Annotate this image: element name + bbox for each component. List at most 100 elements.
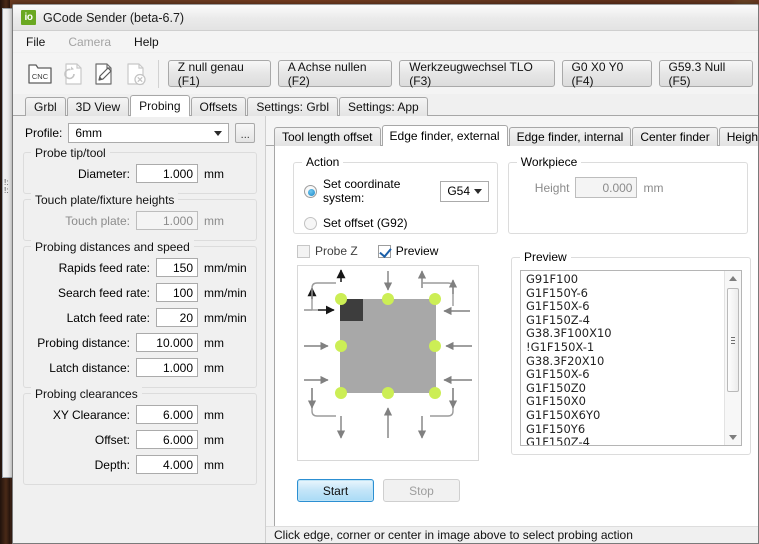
gcode-preview-list[interactable]: G91F100 G1F150Y-6 G1F150X-6 G1F150Z-4 G38.3F…: [520, 270, 742, 446]
probing-operation-pane: Tool length offset Edge finder, external…: [266, 116, 758, 543]
toolbar-button-a-achse[interactable]: A Achse nullen (F2): [277, 60, 393, 88]
checkbox-preview[interactable]: Preview: [377, 244, 439, 258]
gcode-line[interactable]: G1F150Z0: [526, 381, 724, 396]
checkbox-probe-z[interactable]: Probe Z: [297, 244, 358, 258]
group-probe-tip: Probe tip/tool Diameter: 1.000 mm: [23, 146, 257, 194]
gcode-line[interactable]: G1F150Y6: [526, 422, 724, 437]
radio-set-offset-label: Set offset (G92): [323, 216, 408, 230]
open-cnc-file-icon[interactable]: CNC: [25, 57, 55, 90]
gcode-scrollbar[interactable]: [724, 271, 741, 445]
subtab-tool-length-offset[interactable]: Tool length offset: [274, 127, 381, 146]
subtab-height-map[interactable]: Height ma: [718, 127, 758, 146]
field-rapids-feed-input[interactable]: 150: [156, 258, 198, 277]
gcode-line[interactable]: G1F150X6Y0: [526, 408, 724, 423]
field-probing-distance-input[interactable]: 10.000: [136, 333, 198, 352]
gcode-line[interactable]: G38.3F20X10: [526, 354, 724, 369]
scroll-thumb[interactable]: [727, 288, 739, 392]
field-diameter-input[interactable]: 1.000: [136, 164, 198, 183]
toolbar-button-werkzeugwechsel[interactable]: Werkzeugwechsel TLO (F3): [399, 60, 555, 88]
gcode-line[interactable]: G1F150X-6: [526, 368, 724, 382]
gcode-lines: G91F100 G1F150Y-6 G1F150X-6 G1F150Z-4 G38.3F…: [521, 272, 724, 445]
gcode-line[interactable]: G1F150Z-4: [526, 313, 724, 328]
checkbox-probe-z-icon[interactable]: [297, 244, 310, 258]
tab-3d-view[interactable]: 3D View: [66, 97, 130, 116]
field-latch-feed-unit: mm/min: [204, 310, 247, 325]
tab-settings-app[interactable]: Settings: App: [339, 97, 428, 116]
field-offset-unit: mm: [204, 432, 224, 447]
field-rapids-feed: Rapids feed rate: 150 mm/min: [32, 258, 248, 277]
field-search-feed-input[interactable]: 100: [156, 283, 198, 302]
field-probing-distance: Probing distance: 10.000 mm: [32, 333, 248, 352]
radio-coordinate-system-icon[interactable]: [304, 184, 317, 198]
field-touch-plate: Touch plate: 1.000 mm: [32, 211, 248, 230]
profile-browse-button[interactable]: ...: [235, 123, 255, 143]
field-depth-unit: mm: [204, 457, 224, 472]
probing-target-diagram[interactable]: [297, 265, 479, 461]
workpiece-group-title: Workpiece: [516, 155, 582, 169]
toolbar-button-g0-x0-y0[interactable]: G0 X0 Y0 (F4): [561, 60, 652, 88]
field-offset-input[interactable]: 6.000: [136, 430, 198, 449]
radio-set-offset-icon[interactable]: [304, 216, 317, 230]
field-xy-clearance-unit: mm: [204, 407, 224, 422]
radio-set-coordinate-system[interactable]: Set coordinate system: G54: [304, 177, 489, 205]
gcode-line[interactable]: !G1F150X-1: [526, 340, 724, 355]
menu-bar: File Camera Help: [13, 31, 758, 53]
subtab-edge-finder-external[interactable]: Edge finder, external: [381, 125, 508, 147]
status-bar-text: Click edge, corner or center in image ab…: [274, 528, 633, 542]
application-window: io GCode Sender (beta-6.7) File Camera H…: [12, 4, 759, 544]
profile-select[interactable]: 6mm: [68, 123, 230, 143]
field-workpiece-height-unit: mm: [643, 180, 664, 195]
field-offset: Offset: 6.000 mm: [32, 430, 248, 449]
edit-file-icon[interactable]: [89, 57, 119, 90]
checkbox-preview-label: Preview: [395, 244, 439, 258]
scroll-down-button[interactable]: [725, 430, 741, 445]
field-latch-distance-label: Latch distance:: [49, 360, 130, 375]
probing-sub-tab-bar: Tool length offset Edge finder, external…: [266, 124, 758, 147]
gcode-line[interactable]: G38.3F100X10: [526, 327, 724, 341]
field-latch-distance: Latch distance: 1.000 mm: [32, 358, 248, 377]
tab-probing[interactable]: Probing: [130, 95, 190, 117]
checkbox-preview-icon[interactable]: [377, 244, 391, 258]
scroll-up-button[interactable]: [725, 271, 741, 286]
field-latch-feed: Latch feed rate: 20 mm/min: [32, 308, 248, 327]
field-diameter: Diameter: 1.000 mm: [32, 164, 248, 183]
field-latch-distance-unit: mm: [204, 360, 224, 375]
field-latch-distance-input[interactable]: 1.000: [136, 358, 198, 377]
field-xy-clearance: XY Clearance: 6.000 mm: [32, 405, 248, 424]
edge-finder-external-panel: Action Set coordinate system: G54 Set of: [274, 146, 758, 527]
coordinate-system-select[interactable]: G54: [440, 180, 489, 202]
gcode-line[interactable]: G91F100: [526, 272, 724, 287]
radio-set-offset[interactable]: Set offset (G92): [304, 216, 489, 230]
tab-settings-grbl[interactable]: Settings: Grbl: [247, 97, 339, 116]
field-xy-clearance-label: XY Clearance:: [52, 407, 130, 422]
action-group-title: Action: [302, 155, 344, 169]
profile-row: Profile: 6mm ...: [13, 116, 265, 147]
field-latch-feed-input[interactable]: 20: [156, 308, 198, 327]
tab-offsets[interactable]: Offsets: [190, 97, 247, 116]
gcode-line[interactable]: G1F150Z-4: [526, 436, 724, 445]
start-button[interactable]: Start: [297, 479, 374, 502]
subtab-edge-finder-internal[interactable]: Edge finder, internal: [508, 127, 632, 146]
gcode-line[interactable]: G1F150Y-6: [526, 286, 724, 301]
field-depth-input[interactable]: 4.000: [136, 455, 198, 474]
toolbar-button-z-null[interactable]: Z null genau (F1): [167, 60, 271, 88]
arrow-down-icon: [729, 435, 737, 440]
workpiece-group: Workpiece Height 0.000 mm: [507, 155, 748, 234]
subtab-center-finder[interactable]: Center finder: [632, 127, 718, 146]
toolbar-separator: [157, 59, 159, 88]
menu-help[interactable]: Help: [132, 33, 161, 51]
field-xy-clearance-input[interactable]: 6.000: [136, 405, 198, 424]
field-search-feed-unit: mm/min: [204, 285, 247, 300]
gcode-line[interactable]: G1F150X0: [526, 395, 724, 409]
field-probing-distance-label: Probing distance:: [37, 335, 130, 350]
field-search-feed-label: Search feed rate:: [57, 285, 150, 300]
field-search-feed: Search feed rate: 100 mm/min: [32, 283, 248, 302]
preview-group: Preview G91F100 G1F150Y-6 G1F150X-6 G1F150Z…: [511, 250, 751, 455]
title-bar[interactable]: io GCode Sender (beta-6.7): [13, 5, 758, 31]
gcode-line[interactable]: G1F150X-6: [526, 300, 724, 314]
probing-settings-pane: Profile: 6mm ... Probe tip/tool Diameter…: [13, 116, 266, 543]
menu-file[interactable]: File: [24, 33, 47, 51]
toolbar-button-g593-null[interactable]: G59.3 Null (F5): [658, 60, 754, 88]
field-offset-label: Offset:: [94, 432, 130, 447]
tab-grbl[interactable]: Grbl: [25, 97, 66, 116]
